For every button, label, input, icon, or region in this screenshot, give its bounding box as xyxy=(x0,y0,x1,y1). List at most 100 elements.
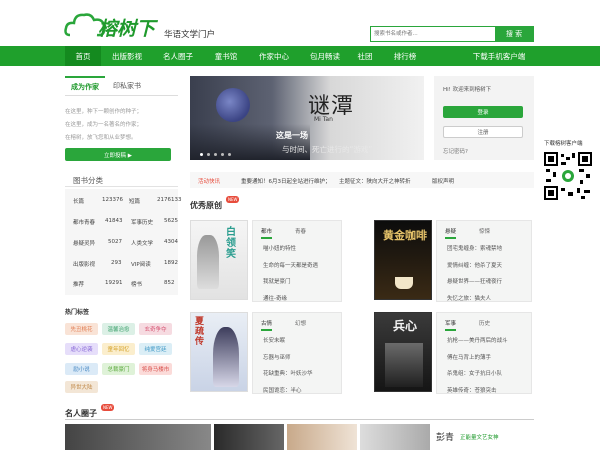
hot-tag[interactable]: 玄奇争夺 xyxy=(139,323,172,335)
category-count: 2176133 xyxy=(157,197,182,203)
nav-item-celebrity[interactable]: 名人圈子 xyxy=(155,46,201,66)
book-cover[interactable]: 黄金咖啡 xyxy=(374,220,432,300)
login-button[interactable]: 登录 xyxy=(443,106,523,118)
search-box: 搜 索 xyxy=(370,26,534,42)
qr-code[interactable] xyxy=(544,152,592,200)
tab-youth[interactable]: 青春 xyxy=(295,227,306,235)
banner-line1: 这是一场 xyxy=(276,131,308,140)
book-title[interactable]: 团宅鬼缠身：索魂禁地 xyxy=(447,241,502,258)
hot-tag[interactable]: 总裁豪门 xyxy=(102,363,135,375)
slide-dot[interactable] xyxy=(214,153,217,156)
book-title[interactable]: 长安未眠 xyxy=(263,333,313,350)
hot-tag[interactable]: 虐心逆袭 xyxy=(65,343,98,355)
book-title[interactable]: 爱情纠缠：他杀了夏天 xyxy=(447,258,502,275)
celebrity-photo[interactable] xyxy=(214,424,284,450)
book-title[interactable]: 傅在马背上的薄手 xyxy=(447,350,508,367)
new-badge: NEW xyxy=(101,404,115,411)
hot-tag[interactable]: 将身马楼市 xyxy=(139,363,172,375)
tab-private-book[interactable]: 印私家书 xyxy=(107,76,147,96)
nav-download[interactable]: 下载手机客户端 xyxy=(462,46,536,66)
category-name[interactable]: 长篇 xyxy=(73,197,84,205)
category-count: 19291 xyxy=(105,280,123,286)
nav-item-rank[interactable]: 排行榜 xyxy=(387,46,423,66)
forgot-password-link[interactable]: 忘记密码? xyxy=(443,149,468,156)
hot-tag[interactable]: 异世大陆 xyxy=(65,381,98,393)
book-title[interactable]: 民国诡恋：半心 xyxy=(263,383,313,400)
search-button[interactable]: 搜 索 xyxy=(495,27,533,41)
book-title[interactable]: 杀鬼组：女子抗日小队 xyxy=(447,366,508,383)
hot-tag[interactable]: 童年回忆 xyxy=(102,343,135,355)
hot-tag[interactable]: 励小说 xyxy=(65,363,98,375)
slide-dot[interactable] xyxy=(228,153,231,156)
tab-thriller[interactable]: 惊悚 xyxy=(479,227,490,235)
ticker-item[interactable]: 版权声明 xyxy=(432,177,454,185)
book-title[interactable]: 忘器与巫师 xyxy=(263,350,313,367)
panel-city: 白领笑 都市 青春 喵小妞的特性 生命的每一天都是奇遇 我就是豪门 通往-奇缘 xyxy=(190,220,350,302)
book-title[interactable]: 失忆之旅：猫夫人 xyxy=(447,291,502,308)
category-name[interactable]: 短篇 xyxy=(129,197,140,205)
register-button[interactable]: 注册 xyxy=(443,126,523,138)
logo[interactable]: 榕树下 xyxy=(64,8,164,42)
nav-item-monthly[interactable]: 包月畅读 xyxy=(302,46,348,66)
celebrity-photo[interactable] xyxy=(65,424,211,450)
hot-tag[interactable]: 先丑桃花 xyxy=(65,323,98,335)
panel-list: 都市 青春 喵小妞的特性 生命的每一天都是奇遇 我就是豪门 通往-奇缘 xyxy=(252,220,342,302)
tab-history[interactable]: 历史 xyxy=(479,319,490,327)
nav-item-publish[interactable]: 出版影视 xyxy=(104,46,150,66)
book-title[interactable]: 通往-奇缘 xyxy=(263,291,318,308)
book-title[interactable]: 喵小妞的特性 xyxy=(263,241,318,258)
book-title[interactable]: 我就是豪门 xyxy=(263,274,318,291)
header: 榕树下 华语文学门户 搜 索 xyxy=(0,0,600,46)
category-name[interactable]: 推荐 xyxy=(73,280,84,288)
nav-label: 名人圈子 xyxy=(163,51,193,61)
nav-item-kids[interactable]: 童书馆 xyxy=(206,46,246,66)
nav-item-writer[interactable]: 作家中心 xyxy=(251,46,297,66)
page: 榕树下 华语文学门户 搜 索 首页 出版影视 名人圈子 童书馆 作家中心 包月畅… xyxy=(0,0,600,450)
category-name[interactable]: 都市青春 xyxy=(73,218,95,226)
tab-city[interactable]: 都市 xyxy=(261,227,273,239)
ticker-item[interactable]: 主题征文：陕向大开之神转折 xyxy=(339,177,411,185)
book-cover[interactable]: 兵心 xyxy=(374,312,432,392)
book-title[interactable]: 花缺重典：叶妖沙华 xyxy=(263,366,313,383)
hot-tag[interactable]: 纯爱宫廷 xyxy=(139,343,172,355)
nav-label: 作家中心 xyxy=(259,51,289,61)
nav-item-club[interactable]: 社团 xyxy=(350,46,380,66)
tab-become-writer[interactable]: 成为作家 xyxy=(65,76,105,96)
slide-dot[interactable] xyxy=(221,153,224,156)
celebrity-name[interactable]: 彭青 xyxy=(436,430,454,443)
category-count: 41843 xyxy=(105,218,123,224)
category-title: 图书分类 xyxy=(73,176,103,185)
ticker-label: 活动快讯 xyxy=(198,179,221,185)
cover-title: 黄金咖啡 xyxy=(383,229,427,242)
panel-ancient: 夏疏传 古情 幻想 长安未眠 忘器与巫师 花缺重典：叶妖沙华 民国诡恋：半心 xyxy=(190,312,350,394)
banner[interactable]: 谜潭 Mi Tan 这是一场 与时间、死亡进行的“游戏” xyxy=(190,76,424,160)
category-name[interactable]: 出版影视 xyxy=(73,260,95,268)
register-button-label: 注册 xyxy=(477,130,489,136)
tab-ancient[interactable]: 古情 xyxy=(261,319,273,331)
celebrity-photo[interactable] xyxy=(287,424,357,450)
category-name[interactable]: VIP阅读 xyxy=(131,260,151,268)
panel-list: 军事 历史 抗枪——美丹两后的战斗 傅在马背上的薄手 杀鬼组：女子抗日小队 英雄… xyxy=(436,312,532,394)
tab-fantasy[interactable]: 幻想 xyxy=(295,319,306,327)
tab-mystery[interactable]: 悬疑 xyxy=(445,227,457,239)
book-cover[interactable]: 白领笑 xyxy=(190,220,248,300)
category-name[interactable]: 军事历史 xyxy=(131,218,153,226)
tab-military[interactable]: 军事 xyxy=(445,319,457,331)
slide-dot[interactable] xyxy=(200,153,203,156)
book-title[interactable]: 生命的每一天都是奇遇 xyxy=(263,258,318,275)
hot-tag[interactable]: 温馨治愈 xyxy=(102,323,135,335)
submit-button[interactable]: 立即投稿 ▶ xyxy=(65,148,171,161)
book-title[interactable]: 英雄传奇：苍狼突击 xyxy=(447,383,508,400)
section-celebrity-header: 名人圈子 NEW xyxy=(65,404,534,420)
book-title[interactable]: 抗枪——美丹两后的战斗 xyxy=(447,333,508,350)
celebrity-photo[interactable] xyxy=(360,424,430,450)
nav-item-home[interactable]: 首页 xyxy=(65,46,101,66)
category-name[interactable]: 悬疑灵异 xyxy=(73,239,95,247)
book-title[interactable]: 悬疑世界——狂魂夜行 xyxy=(447,274,502,291)
slide-dot[interactable] xyxy=(207,153,210,156)
search-input[interactable] xyxy=(371,27,471,41)
book-cover[interactable]: 夏疏传 xyxy=(190,312,248,392)
category-name[interactable]: 榜书 xyxy=(131,280,142,288)
category-name[interactable]: 人类文学 xyxy=(131,239,153,247)
ticker-item[interactable]: 重要通知！6月3日起全站进行维护； xyxy=(241,177,331,185)
